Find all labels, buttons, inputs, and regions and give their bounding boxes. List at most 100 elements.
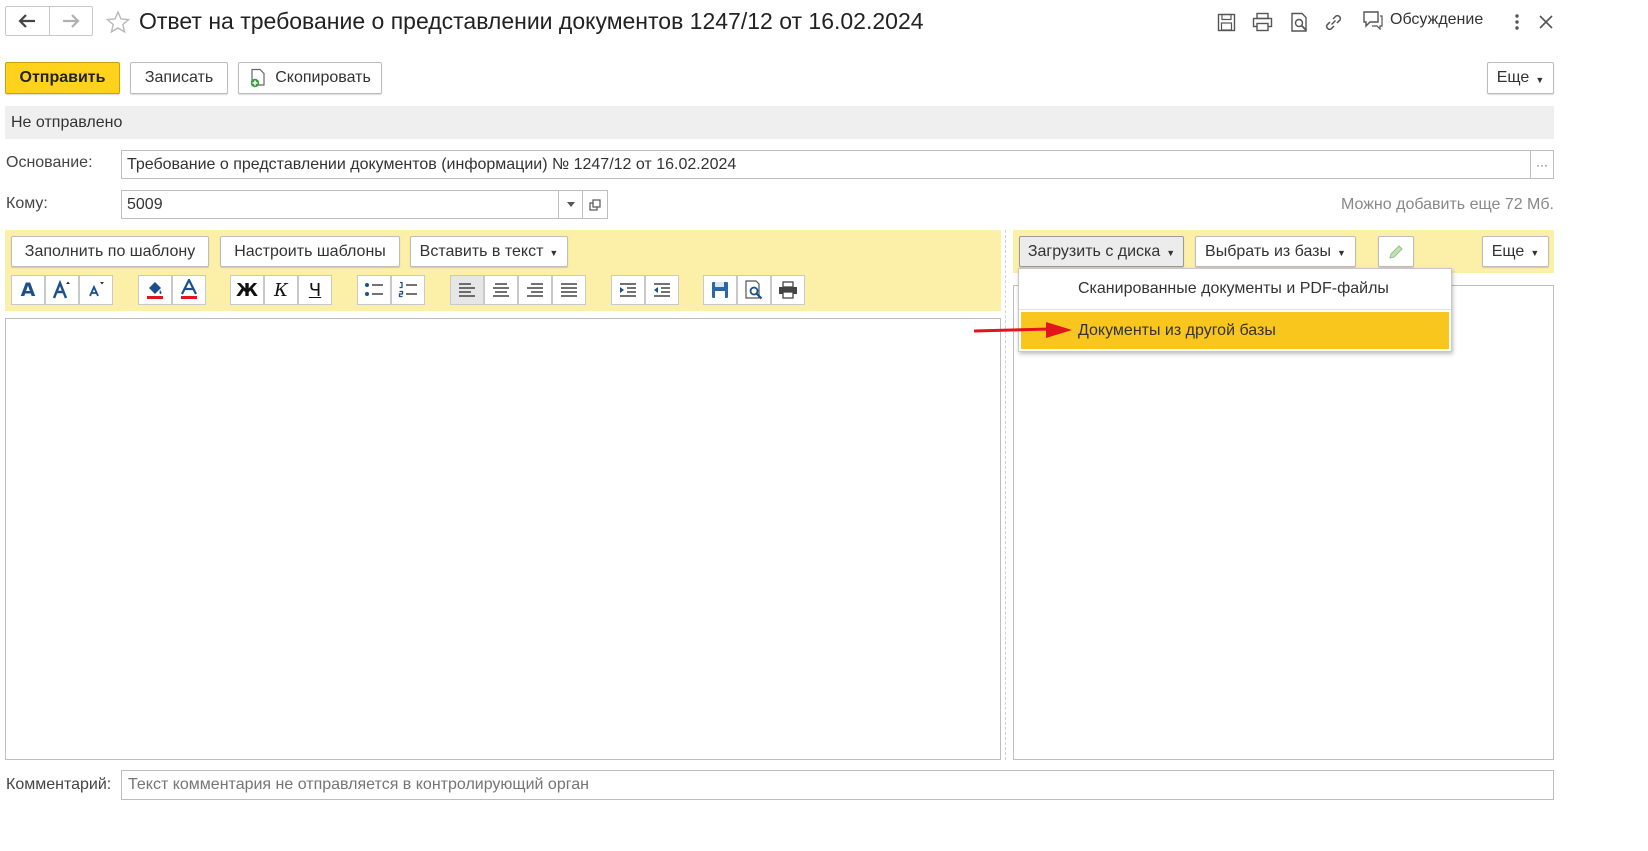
- discussion-label: Обсуждение: [1390, 11, 1484, 28]
- load-from-disk-label: Загрузить с диска: [1027, 242, 1161, 260]
- save-icon[interactable]: [1217, 13, 1236, 32]
- menu-divider: [1019, 309, 1451, 310]
- decrease-font-icon: [89, 282, 104, 297]
- back-button[interactable]: [6, 7, 50, 35]
- background-color-button[interactable]: [138, 275, 172, 305]
- fill-template-button[interactable]: Заполнить по шаблону: [11, 236, 209, 267]
- text-editor-area[interactable]: [5, 318, 1001, 760]
- pencil-icon: [1389, 244, 1403, 259]
- copy-doc-icon: [251, 68, 265, 88]
- basis-field[interactable]: Требование о представлении документов (и…: [121, 150, 1531, 179]
- fill-bucket-icon: [147, 282, 163, 299]
- panel-splitter[interactable]: [1005, 230, 1006, 760]
- align-justify-button[interactable]: [552, 275, 586, 305]
- align-left-icon: [459, 283, 475, 297]
- italic-icon: К: [274, 279, 288, 301]
- to-dropdown-button[interactable]: [558, 190, 583, 219]
- align-right-button[interactable]: [518, 275, 552, 305]
- favorite-star-icon[interactable]: [106, 10, 130, 34]
- text-color-icon: [181, 279, 197, 299]
- increase-font-button[interactable]: [45, 275, 79, 305]
- edit-attachment-button[interactable]: [1378, 236, 1414, 267]
- magnifier-icon: [745, 280, 763, 300]
- ellipsis-icon: ···: [1536, 157, 1548, 172]
- align-left-button[interactable]: [450, 275, 484, 305]
- link-icon[interactable]: [1323, 12, 1344, 33]
- outdent-icon: [654, 283, 670, 297]
- arrow-left-icon: [18, 14, 36, 28]
- dropdown-caret-icon: ▼: [549, 248, 559, 258]
- copy-label: Скопировать: [275, 69, 371, 86]
- underline-icon: Ч: [308, 279, 322, 301]
- dropdown-caret-icon: ▼: [1535, 74, 1545, 85]
- numbered-list-button[interactable]: [391, 275, 425, 305]
- open-window-icon: [589, 198, 601, 211]
- preview-icon[interactable]: [1289, 12, 1310, 33]
- decrease-font-button[interactable]: [79, 275, 113, 305]
- save-record-button[interactable]: Записать: [130, 62, 228, 94]
- preview-document-button[interactable]: [737, 275, 771, 305]
- print-icon[interactable]: [1252, 12, 1273, 32]
- arrow-right-icon: [62, 14, 80, 28]
- attachments-more-button[interactable]: Еще ▼: [1482, 236, 1549, 267]
- outdent-button[interactable]: [645, 275, 679, 305]
- underline-button[interactable]: Ч: [298, 275, 332, 305]
- nav-buttons: [5, 6, 93, 36]
- basis-label: Основание:: [6, 154, 93, 171]
- align-center-button[interactable]: [484, 275, 518, 305]
- menu-item-other-base[interactable]: Документы из другой базы: [1021, 312, 1449, 349]
- dropdown-caret-icon: ▼: [1337, 248, 1346, 258]
- bullet-list-button[interactable]: [357, 275, 391, 305]
- more-button[interactable]: Еще ▼: [1487, 62, 1554, 94]
- indent-icon: [620, 283, 636, 297]
- more-label: Еще: [1496, 69, 1530, 86]
- numbered-list-icon: [398, 281, 417, 298]
- align-justify-icon: [561, 283, 577, 297]
- red-arrow-icon: [973, 322, 1072, 338]
- comment-label: Комментарий:: [6, 776, 112, 793]
- insert-text-button[interactable]: Вставить в текст ▼: [410, 236, 568, 267]
- floppy-icon: [712, 282, 728, 298]
- to-label: Кому:: [6, 195, 48, 212]
- to-field[interactable]: 5009: [121, 190, 559, 219]
- load-from-disk-button[interactable]: Загрузить с диска ▼: [1019, 236, 1184, 267]
- font-icon: A: [20, 279, 36, 301]
- bold-button[interactable]: Ж: [230, 275, 264, 305]
- send-button[interactable]: Отправить: [5, 62, 120, 94]
- italic-button[interactable]: К: [264, 275, 298, 305]
- chevron-down-icon: [566, 202, 575, 207]
- bullet-list-icon: [365, 283, 383, 296]
- size-note: Можно добавить еще 72 Мб.: [1341, 196, 1554, 213]
- forward-button[interactable]: [50, 7, 93, 35]
- discussion-button[interactable]: Обсуждение: [1362, 10, 1483, 30]
- basis-select-button[interactable]: ···: [1530, 150, 1554, 179]
- status-text: Не отправлено: [11, 113, 123, 131]
- print-document-button[interactable]: [771, 275, 805, 305]
- setup-templates-button[interactable]: Настроить шаблоны: [220, 236, 400, 267]
- dropdown-caret-icon: ▼: [1530, 248, 1540, 258]
- comment-field[interactable]: [121, 770, 1554, 800]
- status-bar: Не отправлено: [5, 106, 1554, 139]
- load-dropdown-menu: Сканированные документы и PDF-файлы Доку…: [1018, 268, 1452, 352]
- more-vertical-icon[interactable]: [1512, 12, 1522, 32]
- align-center-icon: [493, 283, 509, 297]
- copy-button[interactable]: Скопировать: [238, 62, 382, 94]
- font-button[interactable]: A: [11, 275, 45, 305]
- to-open-button[interactable]: [582, 190, 608, 219]
- bold-icon: Ж: [235, 279, 259, 301]
- attachments-list[interactable]: [1013, 285, 1554, 760]
- indent-button[interactable]: [611, 275, 645, 305]
- increase-font-icon: [52, 280, 70, 299]
- attachments-more-label: Еще: [1491, 242, 1525, 260]
- printer-icon: [779, 281, 797, 299]
- menu-item-label: Сканированные документы и PDF-файлы: [1078, 279, 1389, 297]
- align-right-icon: [527, 283, 543, 297]
- select-from-base-label: Выбрать из базы: [1205, 242, 1332, 260]
- menu-item-label: Документы из другой базы: [1078, 321, 1276, 339]
- insert-text-label: Вставить в текст: [419, 242, 544, 260]
- select-from-base-button[interactable]: Выбрать из базы ▼: [1195, 236, 1356, 267]
- close-icon[interactable]: [1538, 14, 1554, 30]
- text-color-button[interactable]: [172, 275, 206, 305]
- menu-item-scanned-pdf[interactable]: Сканированные документы и PDF-файлы: [1019, 269, 1451, 308]
- save-document-button[interactable]: [703, 275, 737, 305]
